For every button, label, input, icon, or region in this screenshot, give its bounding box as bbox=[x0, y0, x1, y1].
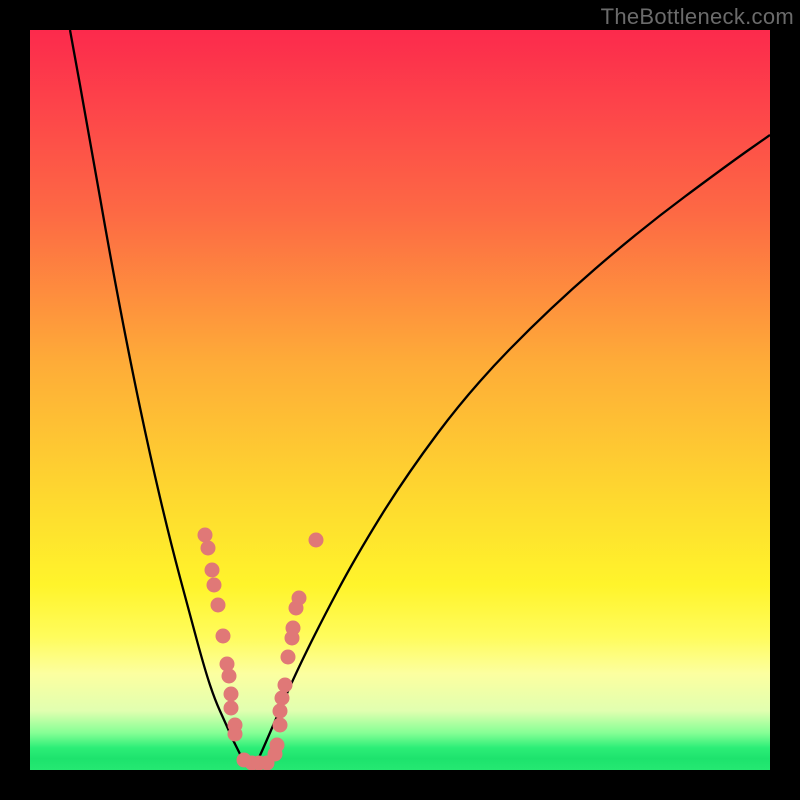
data-point bbox=[201, 541, 216, 556]
data-point bbox=[278, 678, 293, 693]
data-point bbox=[207, 578, 222, 593]
data-point bbox=[270, 738, 285, 753]
watermark-text: TheBottleneck.com bbox=[601, 4, 794, 30]
data-point bbox=[224, 701, 239, 716]
data-point bbox=[216, 629, 231, 644]
data-point bbox=[198, 528, 213, 543]
chart-frame: TheBottleneck.com bbox=[0, 0, 800, 800]
data-point bbox=[224, 687, 239, 702]
data-point bbox=[222, 669, 237, 684]
data-point bbox=[273, 718, 288, 733]
data-point bbox=[205, 563, 220, 578]
curve-right bbox=[252, 135, 770, 770]
data-point bbox=[273, 704, 288, 719]
data-point bbox=[275, 691, 290, 706]
marker-layer bbox=[198, 528, 324, 771]
curve-layer bbox=[70, 30, 770, 770]
data-point bbox=[228, 727, 243, 742]
data-point bbox=[211, 598, 226, 613]
data-point bbox=[286, 621, 301, 636]
chart-svg bbox=[30, 30, 770, 770]
data-point bbox=[292, 591, 307, 606]
data-point bbox=[309, 533, 324, 548]
data-point bbox=[281, 650, 296, 665]
